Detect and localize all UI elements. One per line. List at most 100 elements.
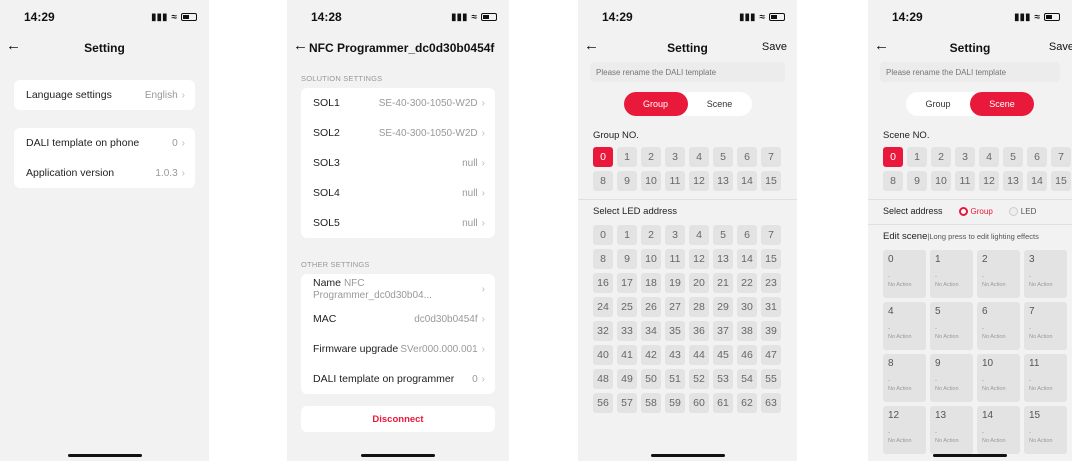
tab-group[interactable]: Group bbox=[623, 92, 688, 116]
led-address-cell[interactable]: 2 bbox=[641, 225, 661, 245]
scene-card[interactable]: 12 - No Action bbox=[883, 406, 926, 454]
scene-number-cell[interactable]: 12 bbox=[979, 171, 999, 191]
app-version-row[interactable]: Application version 1.0.3 › bbox=[14, 158, 195, 188]
led-address-cell[interactable]: 14 bbox=[737, 249, 757, 269]
led-address-cell[interactable]: 50 bbox=[641, 369, 661, 389]
language-settings-row[interactable]: Language settings English › bbox=[14, 80, 195, 110]
firmware-row[interactable]: Firmware upgrade SVer000.000.001 › bbox=[301, 334, 495, 364]
tab-group[interactable]: Group bbox=[906, 92, 970, 116]
group-number-cell[interactable]: 6 bbox=[737, 147, 757, 167]
scene-number-cell[interactable]: 14 bbox=[1027, 171, 1047, 191]
group-number-cell[interactable]: 14 bbox=[737, 171, 757, 191]
led-address-cell[interactable]: 24 bbox=[593, 297, 613, 317]
sol-row[interactable]: SOL5 null › bbox=[301, 208, 495, 238]
scene-number-cell[interactable]: 11 bbox=[955, 171, 975, 191]
led-address-cell[interactable]: 54 bbox=[737, 369, 757, 389]
led-address-cell[interactable]: 10 bbox=[641, 249, 661, 269]
scene-number-cell[interactable]: 4 bbox=[979, 147, 999, 167]
led-address-cell[interactable]: 45 bbox=[713, 345, 733, 365]
led-address-cell[interactable]: 13 bbox=[713, 249, 733, 269]
led-address-cell[interactable]: 51 bbox=[665, 369, 685, 389]
sol-row[interactable]: SOL1 SE-40-300-1050-W2D › bbox=[301, 88, 495, 118]
rename-input[interactable] bbox=[590, 62, 785, 82]
scene-card[interactable]: 0 - No Action bbox=[883, 250, 926, 298]
led-address-cell[interactable]: 62 bbox=[737, 393, 757, 413]
group-number-cell[interactable]: 1 bbox=[617, 147, 637, 167]
led-address-cell[interactable]: 11 bbox=[665, 249, 685, 269]
led-address-cell[interactable]: 18 bbox=[641, 273, 661, 293]
led-address-cell[interactable]: 32 bbox=[593, 321, 613, 341]
led-address-cell[interactable]: 52 bbox=[689, 369, 709, 389]
scene-card[interactable]: 4 - No Action bbox=[883, 302, 926, 350]
group-number-cell[interactable]: 3 bbox=[665, 147, 685, 167]
scene-number-cell[interactable]: 7 bbox=[1051, 147, 1071, 167]
scene-card[interactable]: 7 - No Action bbox=[1024, 302, 1067, 350]
scene-card[interactable]: 6 - No Action bbox=[977, 302, 1020, 350]
led-address-cell[interactable]: 0 bbox=[593, 225, 613, 245]
scene-card[interactable]: 15 - No Action bbox=[1024, 406, 1067, 454]
dali-template-phone-row[interactable]: DALI template on phone 0 › bbox=[14, 128, 195, 158]
group-number-cell[interactable]: 11 bbox=[665, 171, 685, 191]
led-address-cell[interactable]: 33 bbox=[617, 321, 637, 341]
radio-led[interactable]: LED bbox=[1008, 206, 1036, 216]
led-address-cell[interactable]: 35 bbox=[665, 321, 685, 341]
led-address-cell[interactable]: 9 bbox=[617, 249, 637, 269]
scene-number-cell[interactable]: 0 bbox=[883, 147, 903, 167]
led-address-cell[interactable]: 56 bbox=[593, 393, 613, 413]
led-address-cell[interactable]: 22 bbox=[737, 273, 757, 293]
sol-row[interactable]: SOL3 null › bbox=[301, 148, 495, 178]
led-address-cell[interactable]: 23 bbox=[761, 273, 781, 293]
name-row[interactable]: Name NFC Programmer_dc0d30b04... › bbox=[301, 274, 495, 304]
led-address-cell[interactable]: 42 bbox=[641, 345, 661, 365]
scene-number-cell[interactable]: 15 bbox=[1051, 171, 1071, 191]
led-address-cell[interactable]: 41 bbox=[617, 345, 637, 365]
led-address-cell[interactable]: 31 bbox=[761, 297, 781, 317]
disconnect-button[interactable]: Disconnect bbox=[301, 406, 495, 432]
led-address-cell[interactable]: 48 bbox=[593, 369, 613, 389]
group-number-cell[interactable]: 13 bbox=[713, 171, 733, 191]
led-address-cell[interactable]: 46 bbox=[737, 345, 757, 365]
led-address-cell[interactable]: 43 bbox=[665, 345, 685, 365]
scene-card[interactable]: 9 - No Action bbox=[930, 354, 973, 402]
led-address-cell[interactable]: 7 bbox=[761, 225, 781, 245]
group-number-cell[interactable]: 7 bbox=[761, 147, 781, 167]
led-address-cell[interactable]: 16 bbox=[593, 273, 613, 293]
led-address-cell[interactable]: 58 bbox=[641, 393, 661, 413]
group-number-cell[interactable]: 8 bbox=[593, 171, 613, 191]
led-address-cell[interactable]: 44 bbox=[689, 345, 709, 365]
scene-number-cell[interactable]: 2 bbox=[931, 147, 951, 167]
back-arrow-icon[interactable]: ← bbox=[6, 37, 21, 54]
scene-card[interactable]: 3 - No Action bbox=[1024, 250, 1067, 298]
sol-row[interactable]: SOL2 SE-40-300-1050-W2D › bbox=[301, 118, 495, 148]
scene-number-cell[interactable]: 8 bbox=[883, 171, 903, 191]
led-address-cell[interactable]: 53 bbox=[713, 369, 733, 389]
led-address-cell[interactable]: 39 bbox=[761, 321, 781, 341]
led-address-cell[interactable]: 57 bbox=[617, 393, 637, 413]
led-address-cell[interactable]: 61 bbox=[713, 393, 733, 413]
scene-number-cell[interactable]: 6 bbox=[1027, 147, 1047, 167]
led-address-cell[interactable]: 15 bbox=[761, 249, 781, 269]
led-address-cell[interactable]: 49 bbox=[617, 369, 637, 389]
back-arrow-icon[interactable]: ← bbox=[293, 37, 308, 54]
led-address-cell[interactable]: 3 bbox=[665, 225, 685, 245]
scene-card[interactable]: 14 - No Action bbox=[977, 406, 1020, 454]
led-address-cell[interactable]: 34 bbox=[641, 321, 661, 341]
led-address-cell[interactable]: 27 bbox=[665, 297, 685, 317]
scene-card[interactable]: 2 - No Action bbox=[977, 250, 1020, 298]
scene-card[interactable]: 13 - No Action bbox=[930, 406, 973, 454]
led-address-cell[interactable]: 29 bbox=[713, 297, 733, 317]
led-address-cell[interactable]: 12 bbox=[689, 249, 709, 269]
led-address-cell[interactable]: 47 bbox=[761, 345, 781, 365]
radio-group[interactable]: Group bbox=[958, 206, 993, 216]
led-address-cell[interactable]: 5 bbox=[713, 225, 733, 245]
group-number-cell[interactable]: 2 bbox=[641, 147, 661, 167]
led-address-cell[interactable]: 6 bbox=[737, 225, 757, 245]
led-address-cell[interactable]: 20 bbox=[689, 273, 709, 293]
group-number-cell[interactable]: 10 bbox=[641, 171, 661, 191]
led-address-cell[interactable]: 8 bbox=[593, 249, 613, 269]
scene-number-cell[interactable]: 3 bbox=[955, 147, 975, 167]
scene-number-cell[interactable]: 10 bbox=[931, 171, 951, 191]
scene-card[interactable]: 11 - No Action bbox=[1024, 354, 1067, 402]
led-address-cell[interactable]: 63 bbox=[761, 393, 781, 413]
group-number-cell[interactable]: 15 bbox=[761, 171, 781, 191]
